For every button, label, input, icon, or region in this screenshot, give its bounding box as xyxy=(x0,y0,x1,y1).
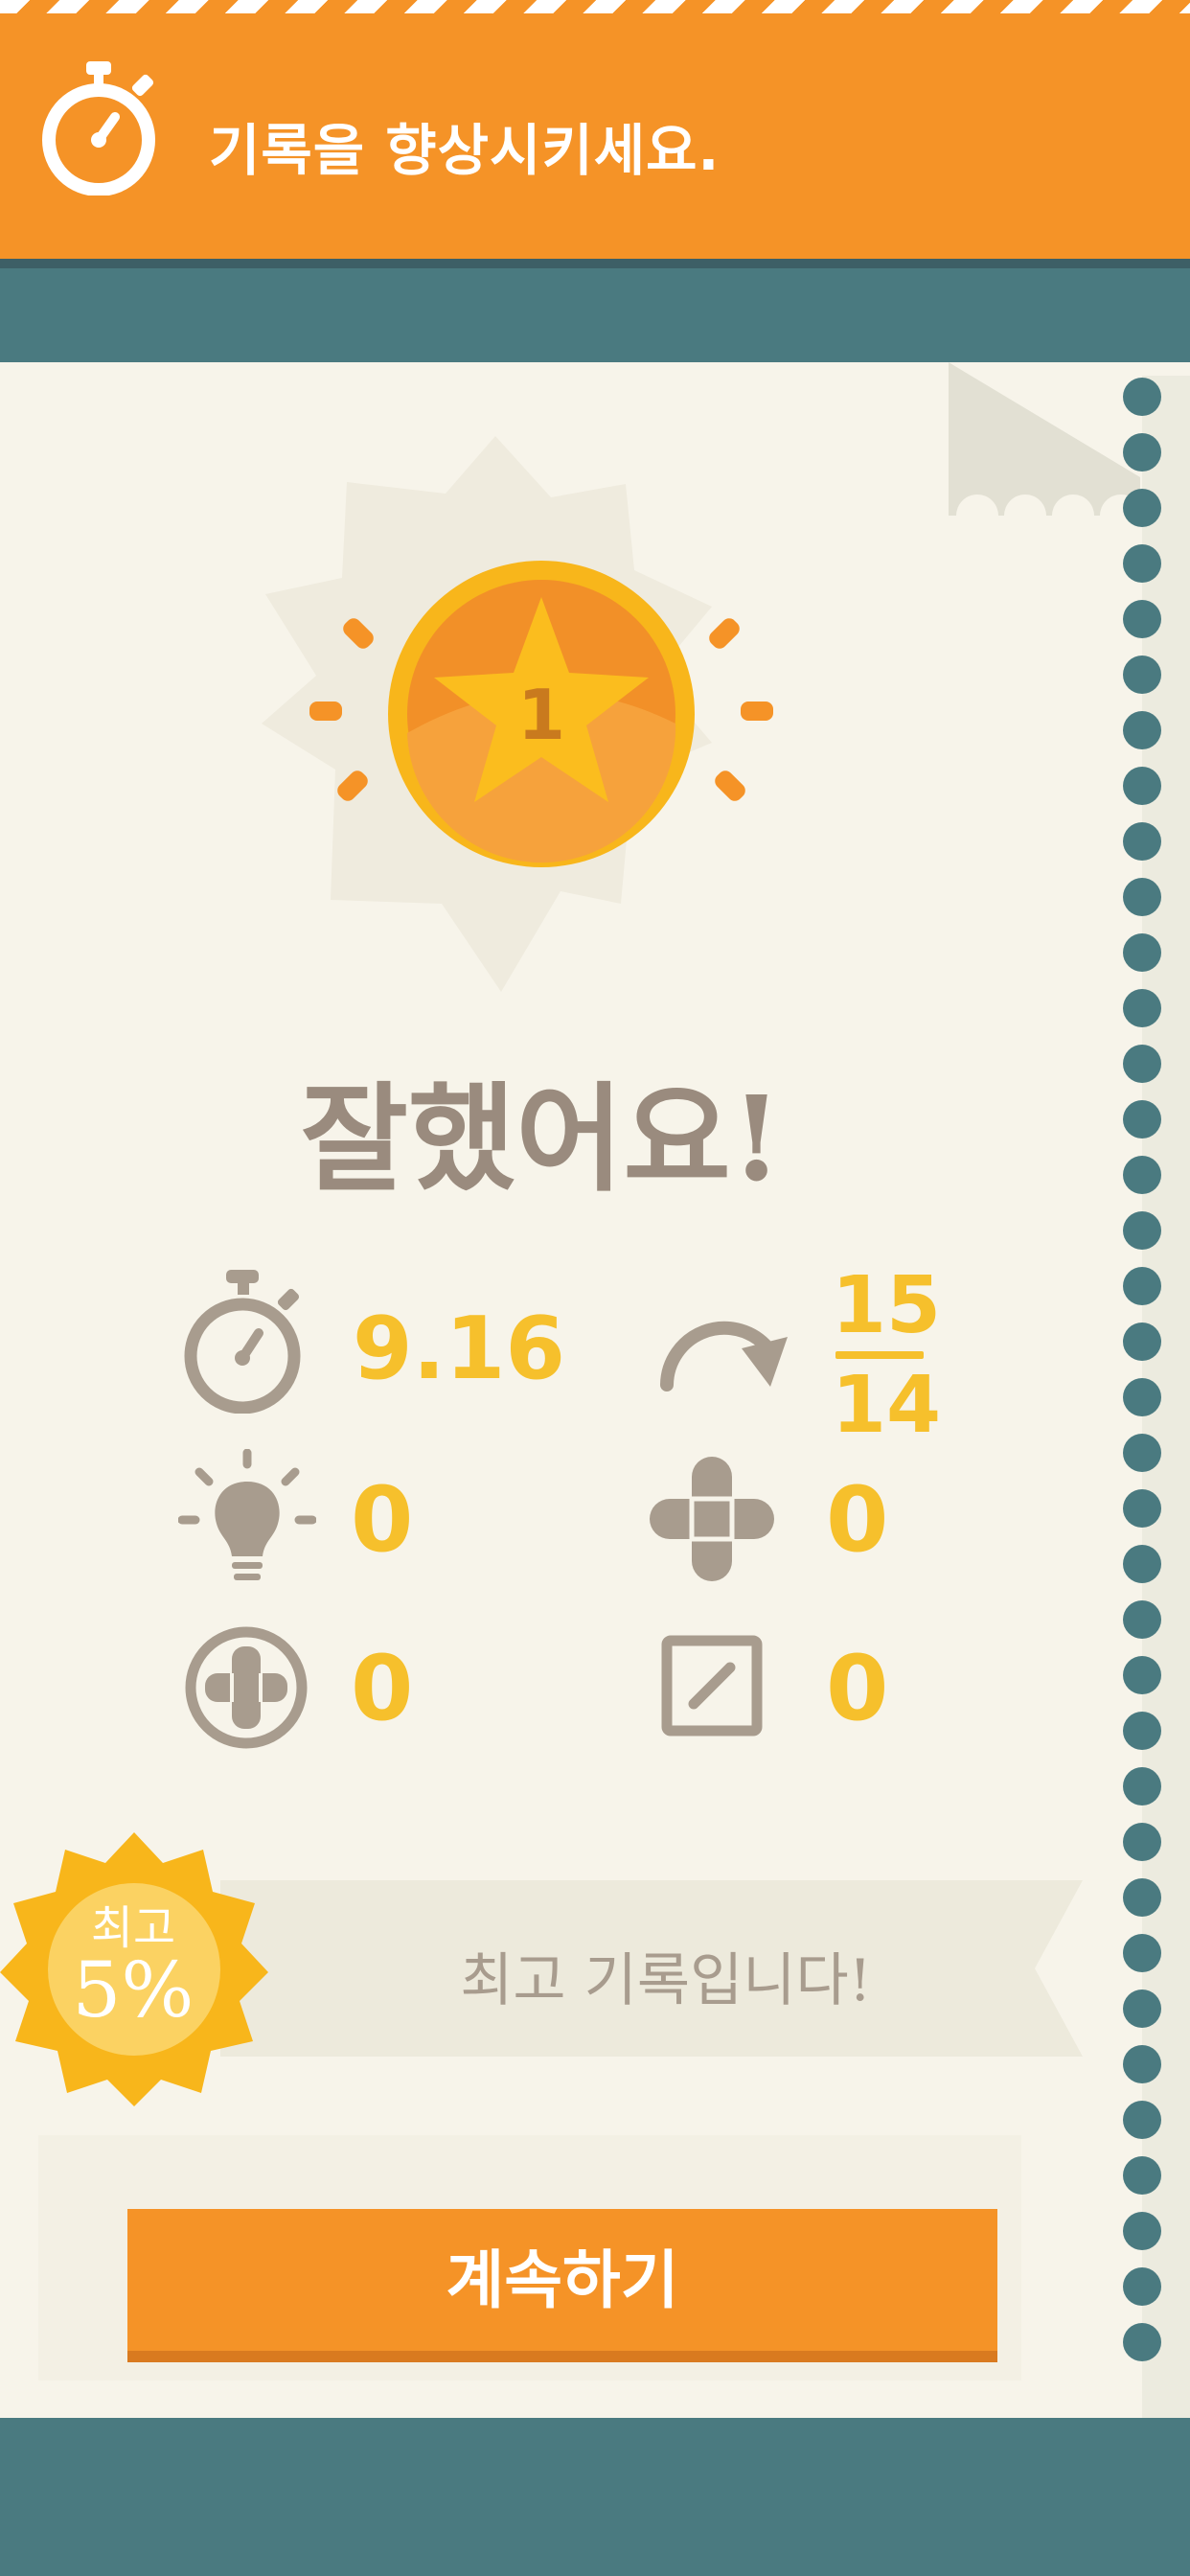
perforation-dot xyxy=(1123,1100,1161,1138)
edit-square-icon xyxy=(661,1635,763,1736)
perforation-dot xyxy=(1123,1823,1161,1861)
redo-arrow-icon xyxy=(660,1321,788,1392)
moves-fraction: 15 14 xyxy=(832,1260,942,1451)
edited-value: 0 xyxy=(826,1637,889,1741)
stopwatch-icon xyxy=(42,61,155,196)
perforation-dot xyxy=(1123,2156,1161,2195)
perforation-dot xyxy=(1123,544,1161,583)
moves-bottom: 14 xyxy=(832,1360,942,1451)
perforation-dot xyxy=(1123,1878,1161,1917)
headline: 잘했어요! xyxy=(300,1070,783,1208)
first-place-medal: 1 xyxy=(262,436,773,992)
perforation-dot xyxy=(1123,1712,1161,1750)
banner-title: 기록을 향상시키세요. xyxy=(209,118,721,183)
perforation-dot xyxy=(1123,1545,1161,1583)
perforation-dot xyxy=(1123,767,1161,805)
perforation-dot xyxy=(1123,1156,1161,1194)
moves-top: 15 xyxy=(832,1260,942,1351)
perforation-dot xyxy=(1123,878,1161,916)
continue-button[interactable]: 계속하기 xyxy=(127,2209,997,2362)
perforation-dot xyxy=(1123,2045,1161,2083)
medal-rank: 1 xyxy=(517,675,565,755)
perforation-dot xyxy=(1123,1267,1161,1305)
perforation-dot xyxy=(1123,1990,1161,2028)
crossed-value: 0 xyxy=(826,1468,889,1573)
perforation-dot xyxy=(1123,1322,1161,1361)
seal-percent: 5% xyxy=(72,1945,195,2035)
perforation-dot xyxy=(1123,1434,1161,1472)
top-stripes xyxy=(0,0,1190,13)
perforation-dot xyxy=(1123,1656,1161,1694)
plus-circle-icon xyxy=(185,1626,308,1749)
lightbulb-icon xyxy=(178,1449,316,1580)
perforation-dot xyxy=(1123,433,1161,472)
perforation-dot xyxy=(1123,1600,1161,1639)
fraction-bar xyxy=(835,1351,924,1359)
bottom-bar xyxy=(0,2418,1190,2576)
perforation-dot xyxy=(1123,2212,1161,2250)
perforation-dot xyxy=(1123,1767,1161,1806)
perforation-dot xyxy=(1123,1934,1161,1972)
perforation-dot xyxy=(1123,489,1161,527)
bandage-cross-icon xyxy=(650,1457,774,1581)
perforation-dot xyxy=(1123,933,1161,972)
perforation-dot xyxy=(1123,2267,1161,2306)
perforation-dot xyxy=(1123,989,1161,1027)
best-record-message: 최고 기록입니다! xyxy=(460,1947,872,2014)
perforation-dot xyxy=(1123,1378,1161,1416)
time-value: 9.16 xyxy=(353,1299,566,1399)
perforation-dot xyxy=(1123,656,1161,694)
perforation-dot xyxy=(1123,1211,1161,1250)
perforation-dot xyxy=(1123,1489,1161,1528)
perforation-dot xyxy=(1123,378,1161,416)
perforation-dot xyxy=(1123,1045,1161,1083)
folded-corner xyxy=(949,362,1140,516)
perforation-dot xyxy=(1123,600,1161,638)
perforation-dot xyxy=(1123,2101,1161,2139)
hints-value: 0 xyxy=(351,1468,414,1573)
notification-banner: 기록을 향상시키세요. xyxy=(0,13,1190,268)
perforation-dots xyxy=(1123,378,1161,2361)
perforation-dot xyxy=(1123,2323,1161,2361)
stopwatch-icon xyxy=(184,1270,301,1414)
added-value: 0 xyxy=(351,1637,414,1741)
perforation-dot xyxy=(1123,711,1161,749)
perforation-dot xyxy=(1123,822,1161,861)
